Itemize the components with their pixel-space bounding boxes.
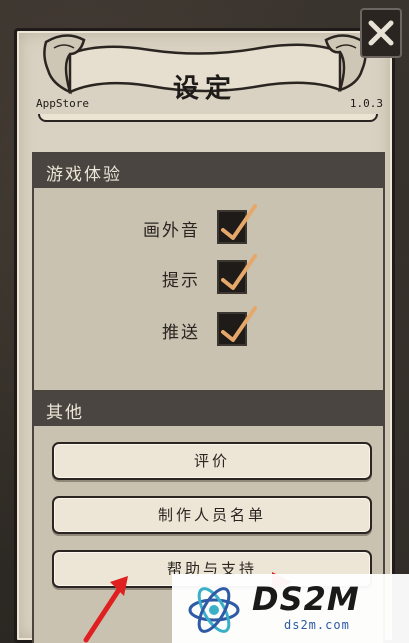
version-label: 1.0.3 (349, 97, 383, 110)
section-title: 游戏体验 (34, 154, 383, 188)
settings-scroll-area[interactable]: 游戏体验 画外音 提示 推送 其他 评价 制作人员名单 帮助与支持 (30, 114, 385, 643)
toggle-row-voiceover[interactable]: 画外音 (34, 204, 383, 246)
toggle-row-push[interactable]: 推送 (34, 306, 383, 348)
checkmark-icon (221, 306, 257, 342)
atom-logo-icon (188, 587, 240, 633)
section-title: 其他 (34, 392, 383, 426)
checkmark-icon (221, 204, 257, 240)
close-icon (368, 20, 394, 46)
rate-button[interactable]: 评价 (52, 442, 372, 480)
hints-checkbox[interactable] (217, 254, 257, 294)
toggle-label: 画外音 (143, 220, 200, 241)
toggle-row-hints[interactable]: 提示 (34, 254, 383, 296)
previous-item-edge (38, 114, 378, 122)
version-row: AppStore 1.0.3 (36, 97, 383, 111)
title-banner: 设定 (40, 24, 370, 104)
checkmark-icon (221, 254, 257, 290)
close-button[interactable] (360, 8, 402, 58)
store-label: AppStore (36, 97, 89, 110)
toggle-label: 推送 (162, 322, 200, 343)
toggle-label: 提示 (162, 270, 200, 291)
push-checkbox[interactable] (217, 306, 257, 346)
voiceover-checkbox[interactable] (217, 204, 257, 244)
watermark-url: ds2m.com (284, 618, 350, 632)
watermark: DS2M ds2m.com (172, 574, 409, 643)
red-arrow-icon (83, 576, 128, 643)
credits-button[interactable]: 制作人员名单 (52, 496, 372, 534)
watermark-brand: DS2M (252, 580, 360, 618)
